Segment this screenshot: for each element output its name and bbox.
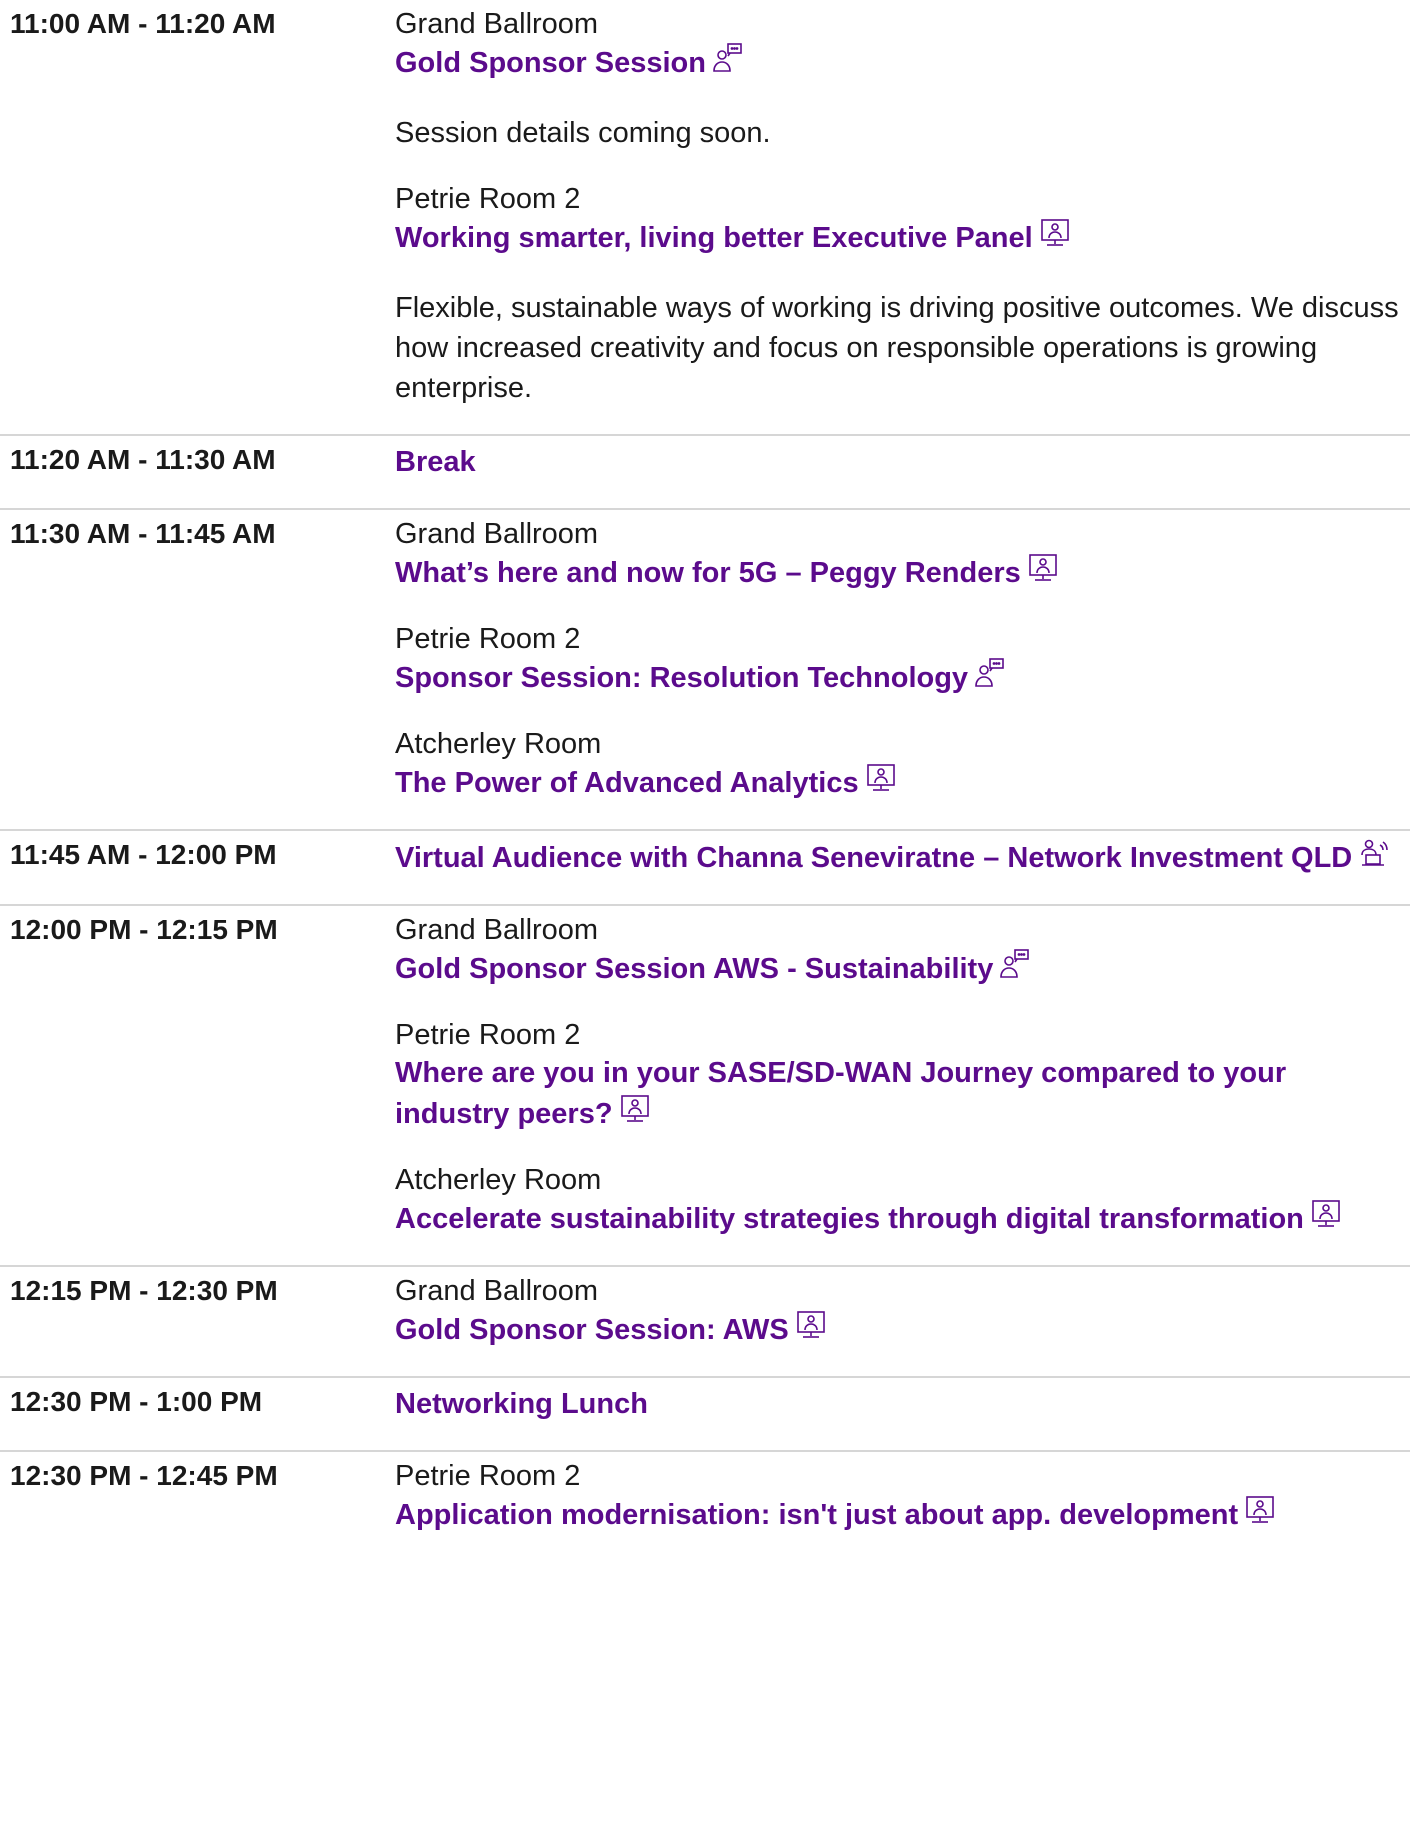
session-room: Grand Ballroom (395, 8, 599, 40)
session-time: 12:30 PM - 12:45 PM (10, 1460, 278, 1491)
session-title-link[interactable]: Application modernisation: isn't just ab… (395, 1494, 1402, 1535)
agenda-list: 11:00 AM - 11:20 AM Grand Ballroom Gold Sp… (0, 0, 1410, 1561)
session-time: 11:45 AM - 12:00 PM (10, 839, 277, 870)
session-group: Grand Ballroom Gold Sponsor Session AWS -… (395, 912, 1410, 1239)
agenda-row: 11:00 AM - 11:20 AM Grand Ballroom Gold Sp… (0, 0, 1410, 436)
session-title-link[interactable]: Networking Lunch (395, 1384, 1402, 1424)
sponsor-speech-icon (974, 657, 1006, 689)
session-item: Petrie Room 2 Working smarter, living bet… (395, 181, 1402, 408)
session-title-text: The Power of Advanced Analytics (395, 767, 859, 799)
agenda-row: 12:30 PM - 12:45 PM Petrie Room 2 Applicat… (0, 1452, 1410, 1561)
session-item: Networking Lunch (395, 1384, 1402, 1424)
presentation-icon (1310, 1198, 1342, 1230)
session-item: Break (395, 442, 1402, 482)
session-title-text: Networking Lunch (395, 1388, 648, 1420)
session-description: Session details coming soon. (395, 117, 771, 149)
session-group: Break (395, 442, 1410, 482)
session-room: Grand Ballroom (395, 1275, 599, 1307)
agenda-row: 11:30 AM - 11:45 AM Grand Ballroom What’s … (0, 510, 1410, 831)
agenda-row: 12:00 PM - 12:15 PM Grand Ballroom Gold Sp… (0, 906, 1410, 1267)
session-room: Petrie Room 2 (395, 1460, 581, 1492)
agenda-row: 12:30 PM - 1:00 PM Networking Lunch (0, 1378, 1410, 1452)
session-time: 12:00 PM - 12:15 PM (10, 914, 278, 945)
session-room: Grand Ballroom (395, 914, 599, 946)
session-title-text: Sponsor Session: Resolution Technology (395, 662, 969, 694)
session-item: Grand Ballroom Gold Sponsor Session AWS -… (395, 912, 1402, 989)
session-title-text: Gold Sponsor Session (395, 47, 706, 79)
session-item: Grand Ballroom Gold Sponsor Session Sessio… (395, 6, 1402, 153)
session-room: Grand Ballroom (395, 518, 599, 550)
virtual-audience-icon (1358, 837, 1390, 869)
session-item: Atcherley Room The Power of Advanced Anal… (395, 726, 1402, 803)
session-item: Petrie Room 2 Application modernisation: … (395, 1458, 1402, 1535)
session-room: Petrie Room 2 (395, 1019, 581, 1051)
session-title-text: Where are you in your SASE/SD-WAN Journe… (395, 1057, 1287, 1130)
presentation-icon (1027, 552, 1059, 584)
session-time: 12:30 PM - 1:00 PM (10, 1386, 263, 1417)
sponsor-speech-icon (712, 42, 744, 74)
presentation-icon (1244, 1494, 1276, 1526)
presentation-icon (865, 762, 897, 794)
session-item: Petrie Room 2 Sponsor Session: Resolution… (395, 621, 1402, 698)
session-title-text: Gold Sponsor Session AWS - Sustainabilit… (395, 953, 994, 985)
session-description: Flexible, sustainable ways of working is… (395, 292, 1399, 404)
session-title-link[interactable]: Sponsor Session: Resolution Technology (395, 657, 1402, 698)
session-item: Grand Ballroom What’s here and now for 5G… (395, 516, 1402, 593)
session-title-text: Accelerate sustainability strategies thr… (395, 1203, 1304, 1235)
session-room: Petrie Room 2 (395, 183, 581, 215)
session-title-link[interactable]: Accelerate sustainability strategies thr… (395, 1198, 1402, 1239)
agenda-row: 11:45 AM - 12:00 PM Virtual Audience with… (0, 831, 1410, 906)
session-title-link[interactable]: What’s here and now for 5G – Peggy Rende… (395, 552, 1402, 593)
sponsor-speech-icon (999, 948, 1031, 980)
session-item: Virtual Audience with Channa Seneviratne… (395, 837, 1402, 878)
session-room: Petrie Room 2 (395, 623, 581, 655)
session-time: 11:20 AM - 11:30 AM (10, 444, 276, 475)
session-time: 11:00 AM - 11:20 AM (10, 8, 276, 39)
session-title-text: Virtual Audience with Channa Seneviratne… (395, 842, 1353, 874)
session-title-link[interactable]: Where are you in your SASE/SD-WAN Journe… (395, 1053, 1402, 1134)
session-title-text: Working smarter, living better Executive… (395, 222, 1033, 254)
session-title-link[interactable]: Gold Sponsor Session (395, 42, 1402, 83)
session-title-link[interactable]: Gold Sponsor Session: AWS (395, 1309, 1402, 1350)
session-group: Grand Ballroom Gold Sponsor Session Sessio… (395, 6, 1410, 408)
session-time: 12:15 PM - 12:30 PM (10, 1275, 278, 1306)
session-title-link[interactable]: Virtual Audience with Channa Seneviratne… (395, 837, 1402, 878)
session-item: Grand Ballroom Gold Sponsor Session: AWS (395, 1273, 1402, 1350)
session-group: Virtual Audience with Channa Seneviratne… (395, 837, 1410, 878)
presentation-icon (795, 1309, 827, 1341)
session-title-link[interactable]: Gold Sponsor Session AWS - Sustainabilit… (395, 948, 1402, 989)
agenda-row: 12:15 PM - 12:30 PM Grand Ballroom Gold Sp… (0, 1267, 1410, 1378)
session-group: Grand Ballroom What’s here and now for 5G… (395, 516, 1410, 803)
session-title-text: Gold Sponsor Session: AWS (395, 1314, 789, 1346)
session-room: Atcherley Room (395, 1164, 602, 1196)
session-title-text: Break (395, 446, 476, 478)
session-time: 11:30 AM - 11:45 AM (10, 518, 276, 549)
session-title-text: What’s here and now for 5G – Peggy Rende… (395, 557, 1021, 589)
session-item: Atcherley Room Accelerate sustainability … (395, 1162, 1402, 1239)
agenda-row: 11:20 AM - 11:30 AM Break (0, 436, 1410, 510)
session-room: Atcherley Room (395, 728, 602, 760)
presentation-icon (1039, 217, 1071, 249)
session-group: Networking Lunch (395, 1384, 1410, 1424)
session-title-link[interactable]: Break (395, 442, 1402, 482)
session-group: Grand Ballroom Gold Sponsor Session: AWS (395, 1273, 1410, 1350)
session-title-link[interactable]: Working smarter, living better Executive… (395, 217, 1402, 258)
session-item: Petrie Room 2 Where are you in your SASE/… (395, 1017, 1402, 1134)
session-title-text: Application modernisation: isn't just ab… (395, 1499, 1239, 1531)
presentation-icon (619, 1093, 651, 1125)
session-title-link[interactable]: The Power of Advanced Analytics (395, 762, 1402, 803)
session-group: Petrie Room 2 Application modernisation: … (395, 1458, 1410, 1535)
